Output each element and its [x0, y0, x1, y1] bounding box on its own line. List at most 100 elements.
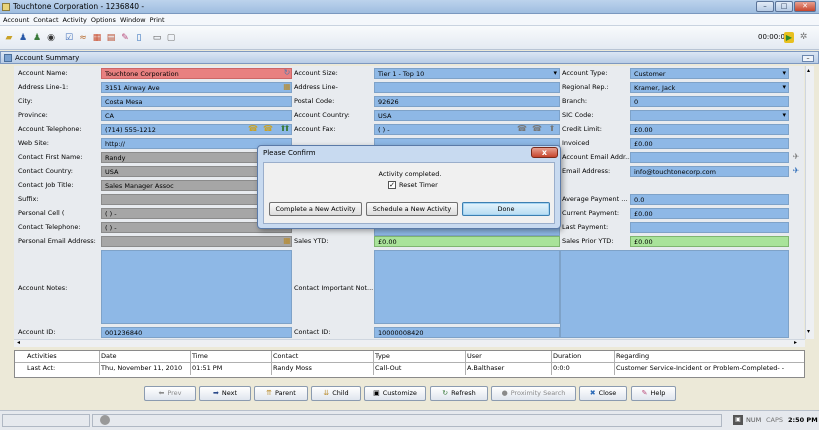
- book-icon[interactable]: ▯: [133, 32, 145, 44]
- menu-account[interactable]: Account: [0, 14, 31, 24]
- proximity-search-button[interactable]: ● Proximity Search: [491, 386, 576, 401]
- address-line2-field[interactable]: [374, 82, 560, 93]
- help-lookup-icon[interactable]: ◉: [45, 32, 57, 44]
- contact-job-title-label: Contact Job Title:: [18, 181, 74, 189]
- sales-ytd-icon: ▦: [283, 236, 291, 245]
- play-icon[interactable]: ▶: [784, 32, 794, 43]
- close-window-button[interactable]: ✕: [794, 1, 816, 12]
- schedule-new-activity-button[interactable]: Schedule a New Activity: [366, 202, 458, 216]
- contact-icon[interactable]: ♟: [17, 32, 29, 44]
- province-field[interactable]: CA: [101, 110, 292, 121]
- account-email-field[interactable]: [630, 152, 789, 163]
- account-size-dropdown[interactable]: Tier 1 - Top 10: [374, 68, 560, 79]
- open-folder-icon[interactable]: ▰: [3, 32, 15, 44]
- next-button[interactable]: ➡ Next: [199, 386, 251, 401]
- invoiced-label: Invoiced: [562, 139, 590, 147]
- child-button[interactable]: ⇊ Child: [311, 386, 361, 401]
- address-line1-field[interactable]: 3151 Airway Ave: [101, 82, 292, 93]
- collapse-panel-button[interactable]: –: [802, 55, 814, 62]
- send-email-icon[interactable]: ✈: [791, 166, 801, 176]
- cell-duration[interactable]: 0:0:0: [553, 364, 570, 372]
- personal-email-field[interactable]: [101, 236, 292, 247]
- menu-activity[interactable]: Activity: [61, 14, 89, 24]
- account-email-icon[interactable]: ✈: [791, 152, 801, 162]
- branch-field[interactable]: 0: [630, 96, 789, 107]
- average-payment-field[interactable]: 0.0: [630, 194, 789, 205]
- fax-action-icon[interactable]: ⬆: [547, 124, 557, 134]
- credit-limit-field[interactable]: £0.00: [630, 124, 789, 135]
- invoiced-field[interactable]: £0.00: [630, 138, 789, 149]
- cell-regarding[interactable]: Customer Service-Incident or Problem-Com…: [616, 364, 784, 372]
- email-address-field[interactable]: info@touchtonecorp.com: [630, 166, 789, 177]
- activity-icon[interactable]: ☑: [63, 32, 75, 44]
- account-notes-field[interactable]: [101, 250, 292, 324]
- child-icon: ⇊: [323, 389, 330, 397]
- notes-icon[interactable]: ▤: [105, 32, 117, 44]
- add-contact-icon[interactable]: ♟: [31, 32, 43, 44]
- edit-icon[interactable]: ✎: [119, 32, 131, 44]
- cell-type[interactable]: Call-Out: [375, 364, 401, 372]
- current-payment-field[interactable]: £0.00: [630, 208, 789, 219]
- last-payment-field[interactable]: [630, 222, 789, 233]
- scroll-right-icon[interactable]: ▸: [794, 339, 797, 346]
- scroll-down-icon[interactable]: ▾: [807, 328, 810, 335]
- prev-button[interactable]: ⬅ Prev: [144, 386, 196, 401]
- regional-rep-dropdown[interactable]: Kramer, Jack: [630, 82, 789, 93]
- sales-prior-ytd-label: Sales Prior YTD:: [562, 237, 614, 245]
- postal-code-field[interactable]: 92626: [374, 96, 560, 107]
- maximize-button[interactable]: □: [775, 1, 793, 12]
- link-icon[interactable]: ≈: [77, 32, 89, 44]
- done-button[interactable]: Done: [462, 202, 550, 216]
- reset-timer-label[interactable]: Reset Timer: [399, 181, 438, 189]
- contact-id-label: Contact ID:: [294, 328, 331, 336]
- menu-contact[interactable]: Contact: [31, 14, 60, 24]
- menu-options[interactable]: Options: [89, 14, 118, 24]
- phone-icon[interactable]: ☎: [248, 124, 258, 134]
- parent-button[interactable]: ⇈ Parent: [254, 386, 308, 401]
- panel-header: Account Summary –: [0, 51, 819, 64]
- account-type-dropdown[interactable]: Customer: [630, 68, 789, 79]
- scroll-up-icon[interactable]: ▴: [807, 67, 810, 74]
- fax-dial-icon[interactable]: ☎: [532, 124, 542, 134]
- settings-icon[interactable]: ✲: [798, 32, 809, 43]
- minimize-button[interactable]: –: [756, 1, 774, 12]
- cell-time[interactable]: 01:51 PM: [192, 364, 222, 372]
- dialog-close-button[interactable]: x: [531, 147, 558, 158]
- menu-window[interactable]: Window: [118, 14, 148, 24]
- cell-contact[interactable]: Randy Moss: [273, 364, 312, 372]
- reset-timer-checkbox[interactable]: ✓: [388, 181, 396, 189]
- city-field[interactable]: Costa Mesa: [101, 96, 292, 107]
- account-country-field[interactable]: USA: [374, 110, 560, 121]
- refresh-size-icon[interactable]: ↻: [282, 68, 292, 78]
- scroll-left-icon[interactable]: ◂: [17, 339, 20, 346]
- account-name-field[interactable]: Touchtone Corporation: [101, 68, 292, 79]
- grid-separator: [373, 351, 374, 375]
- contact-important-notes-field[interactable]: [374, 250, 560, 324]
- calendar-icon[interactable]: ▦: [91, 32, 103, 44]
- credit-limit-label: Credit Limit:: [562, 125, 602, 133]
- menu-print[interactable]: Print: [148, 14, 167, 24]
- vertical-scrollbar[interactable]: ▴ ▾: [805, 66, 814, 339]
- customize-button[interactable]: ▣ Customize: [364, 386, 426, 401]
- fax-icon[interactable]: ⬆: [282, 124, 292, 134]
- document-icon[interactable]: ▢: [165, 32, 177, 44]
- clock: 2:50 PM: [788, 416, 818, 424]
- personal-email-label: Personal Email Address:: [18, 237, 96, 245]
- fax-phone-icon[interactable]: ☎: [517, 124, 527, 134]
- right-blank-area: [560, 250, 789, 338]
- print-icon[interactable]: ▭: [151, 32, 163, 44]
- refresh-button[interactable]: ↻ Refresh: [430, 386, 488, 401]
- cell-date[interactable]: Thu, November 11, 2010: [101, 364, 182, 372]
- horizontal-scrollbar[interactable]: ◂ ▸: [14, 339, 805, 347]
- address-map-icon[interactable]: ▦: [282, 82, 292, 92]
- help-button[interactable]: ✎ Help: [631, 386, 676, 401]
- grid-separator: [551, 351, 552, 375]
- back-arrow-icon: ⬅: [158, 389, 165, 397]
- cell-user[interactable]: A.Balthaser: [467, 364, 504, 372]
- phone-dial-icon[interactable]: ☎: [263, 124, 273, 134]
- sic-code-dropdown[interactable]: [630, 110, 789, 121]
- status-pane: [2, 414, 90, 427]
- complete-new-activity-button[interactable]: Complete a New Activity: [269, 202, 362, 216]
- current-payment-label: Current Payment:: [562, 209, 620, 217]
- close-button[interactable]: ✖ Close: [579, 386, 627, 401]
